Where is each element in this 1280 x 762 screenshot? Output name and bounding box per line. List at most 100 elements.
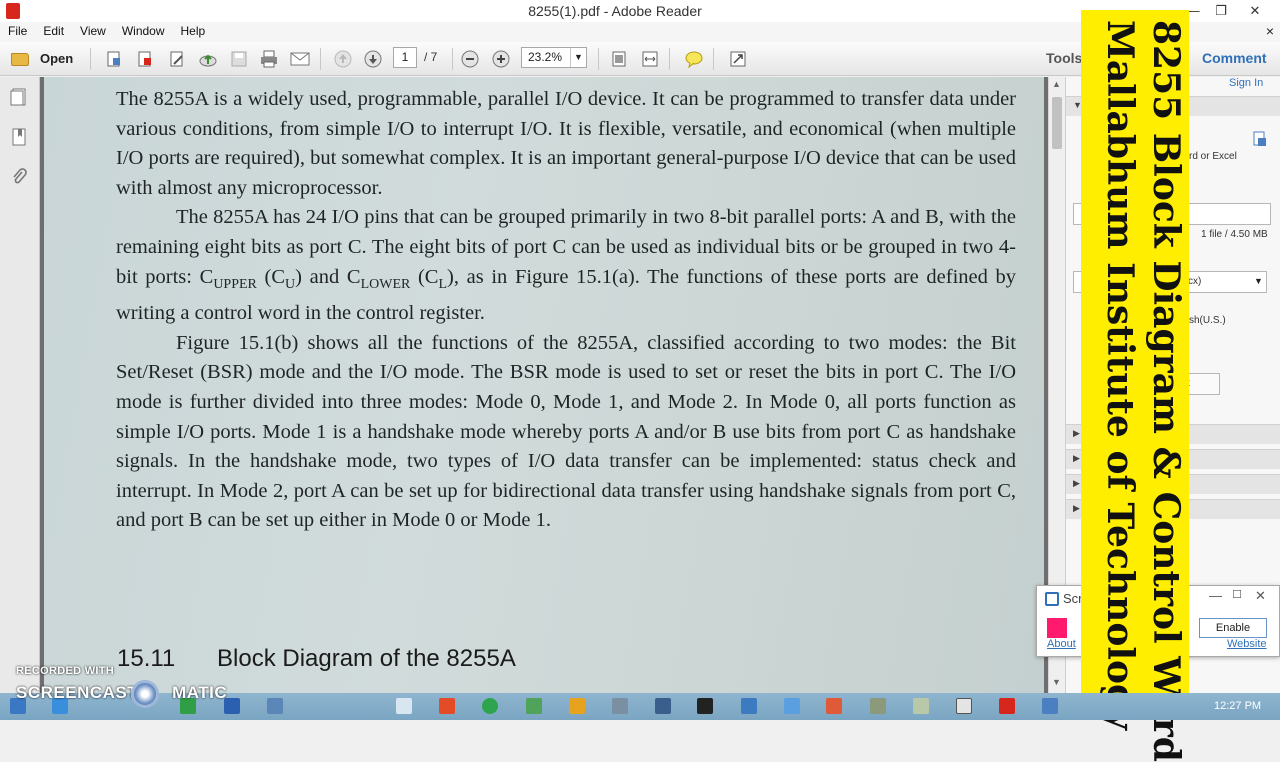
menu-view[interactable]: View <box>72 22 114 38</box>
open-button[interactable] <box>8 47 32 71</box>
fit-width-icon[interactable] <box>638 47 662 71</box>
open-label[interactable]: Open <box>40 51 73 66</box>
app-icon[interactable] <box>784 698 800 714</box>
collapse-arrow-icon[interactable]: ▶ <box>1073 428 1080 439</box>
toolbar-separator <box>669 48 670 70</box>
adobe-reader-icon[interactable] <box>999 698 1015 714</box>
zoom-select[interactable]: 23.2% ▼ <box>521 47 587 68</box>
close-button[interactable]: ✕ <box>1240 0 1270 22</box>
next-page-icon[interactable] <box>361 47 385 71</box>
section-title: Block Diagram of the 8255A <box>217 645 516 672</box>
notepad-icon[interactable] <box>396 698 412 714</box>
menu-window[interactable]: Window <box>114 22 173 38</box>
chevron-down-icon[interactable]: ▼ <box>570 48 586 67</box>
popup-minimize-icon[interactable]: — <box>1209 588 1222 603</box>
subscript-lower: LOWER <box>360 276 411 292</box>
restore-button[interactable]: ❐ <box>1206 0 1236 22</box>
window-title: 8255(1).pdf - Adobe Reader <box>528 3 702 19</box>
zoom-in-icon[interactable] <box>489 47 513 71</box>
section-number: 15.11 <box>117 645 176 672</box>
taskbar-clock: 12:27 PM <box>1214 700 1262 712</box>
chevron-down-icon[interactable]: ▼ <box>1254 276 1263 286</box>
app-icon[interactable] <box>612 698 628 714</box>
banner-text: 8255 Block Diagram & Control Word Mallab… <box>1081 20 1189 762</box>
bookmarks-icon[interactable] <box>10 127 28 147</box>
convert-icon[interactable] <box>1252 131 1268 147</box>
subscript-l: L <box>438 276 448 292</box>
cloud-upload-icon[interactable] <box>196 47 220 71</box>
app-icon[interactable] <box>956 698 972 714</box>
chrome-icon[interactable] <box>482 698 498 714</box>
app-icon[interactable] <box>655 698 671 714</box>
menu-file[interactable]: File <box>0 22 35 38</box>
full-screen-icon[interactable] <box>726 47 750 71</box>
toolbar-separator <box>598 48 599 70</box>
menu-help[interactable]: Help <box>173 22 214 38</box>
scroll-up-icon[interactable]: ▲ <box>1052 79 1061 89</box>
app-icon[interactable] <box>267 698 283 714</box>
about-link[interactable]: About <box>1047 638 1076 650</box>
page-thumbnails-icon[interactable] <box>10 87 28 107</box>
section-heading: 15.11 Block Diagram of the 8255A <box>117 645 516 673</box>
app-icon[interactable] <box>569 698 585 714</box>
watermark-left: SCREENCAST <box>16 683 139 702</box>
fit-page-icon[interactable] <box>607 47 631 71</box>
app-icon[interactable] <box>870 698 886 714</box>
watermark-brand: SCREENCAST MATIC <box>16 683 227 703</box>
terminal-icon[interactable] <box>697 698 713 714</box>
app-icon[interactable] <box>526 698 542 714</box>
zoom-out-icon[interactable] <box>458 47 482 71</box>
enable-button[interactable]: Enable <box>1199 618 1267 638</box>
collapse-arrow-icon[interactable]: ▶ <box>1073 503 1080 514</box>
screencast-logo-icon <box>131 680 159 708</box>
email-icon[interactable] <box>288 47 312 71</box>
toolbar-separator <box>452 48 453 70</box>
page-total: / 7 <box>424 50 438 64</box>
tools-tab[interactable]: Tools <box>1046 50 1082 66</box>
banner-title: 8255 Block Diagram & Control Word <box>1145 20 1187 762</box>
save-icon[interactable] <box>227 47 251 71</box>
collapse-arrow-icon[interactable]: ▶ <box>1073 453 1080 464</box>
previous-page-icon[interactable] <box>331 47 355 71</box>
toolbar-separator <box>713 48 714 70</box>
zoom-value: 23.2% <box>528 50 563 64</box>
attachments-icon[interactable] <box>10 167 28 187</box>
paragraph-intro: The 8255A is a widely used, programmable… <box>116 88 1016 199</box>
create-pdf-icon[interactable] <box>102 47 126 71</box>
subscript-upper: UPPER <box>213 276 257 292</box>
comment-bubble-icon[interactable] <box>682 47 706 71</box>
paragraph-pins-part2: (C <box>256 265 286 288</box>
toolbar-separator <box>320 48 321 70</box>
website-link[interactable]: Website <box>1227 638 1267 650</box>
scrollbar-thumb[interactable] <box>1052 97 1062 149</box>
subscript-u: U <box>285 276 296 292</box>
popup-maximize-icon[interactable]: ☐ <box>1232 588 1242 601</box>
page-number-input[interactable]: 1 <box>393 47 417 68</box>
print-icon[interactable] <box>257 47 281 71</box>
convert-description: rd or Excel <box>1189 151 1237 162</box>
collapse-arrow-icon[interactable]: ▶ <box>1073 478 1080 489</box>
toolbar-separator <box>90 48 91 70</box>
sign-in-link[interactable]: Sign In <box>1229 77 1263 89</box>
app-icon[interactable] <box>741 698 757 714</box>
comment-tab[interactable]: Comment <box>1202 50 1267 66</box>
menu-edit[interactable]: Edit <box>35 22 72 38</box>
export-pdf-icon[interactable] <box>133 47 157 71</box>
paragraph-pins: The 8255A has 24 I/O pins that can be gr… <box>116 203 1016 328</box>
navigation-pane <box>0 77 40 693</box>
page-body-text: The 8255A is a widely used, programmable… <box>116 85 1016 536</box>
scroll-down-icon[interactable]: ▼ <box>1052 677 1061 687</box>
edit-pdf-icon[interactable] <box>165 47 189 71</box>
popup-close-icon[interactable]: ✕ <box>1255 588 1266 604</box>
app-icon[interactable] <box>913 698 929 714</box>
format-value: cx) <box>1188 276 1202 287</box>
folder-icon <box>11 52 29 66</box>
file-info: 1 file / 4.50 MB <box>1201 229 1268 240</box>
app-icon[interactable] <box>826 698 842 714</box>
close-document-icon[interactable]: × <box>1266 23 1274 39</box>
app-icon[interactable] <box>439 698 455 714</box>
app-icon[interactable] <box>1042 698 1058 714</box>
banner-institute: Mallabhum Institute of Technology <box>1099 20 1141 731</box>
watermark-right: MATIC <box>172 683 228 702</box>
paragraph-pins-part3: ) and C <box>295 265 361 288</box>
